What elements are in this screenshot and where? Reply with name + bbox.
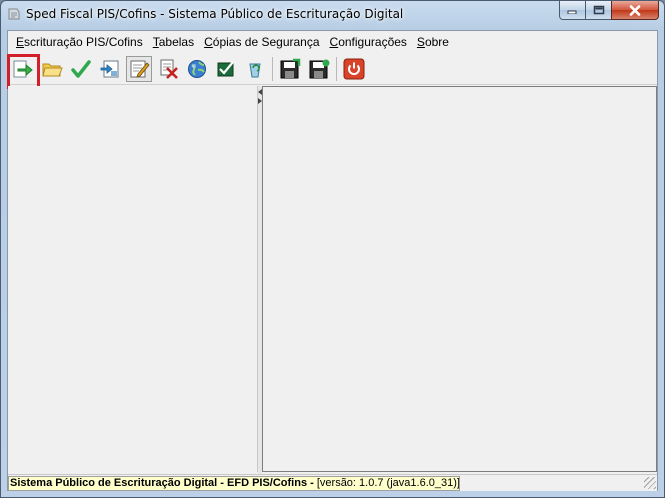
transmit-button[interactable]	[184, 56, 210, 82]
navigation-tree-panel[interactable]	[8, 86, 258, 472]
resize-grip[interactable]	[644, 477, 656, 489]
recycle-button[interactable]	[242, 56, 268, 82]
power-exit-icon	[343, 58, 365, 79]
status-bar: Sistema Público de Escrituração Digital …	[8, 474, 657, 491]
toolbar	[7, 53, 657, 89]
title-bar[interactable]: Sped Fiscal PIS/Cofins - Sistema Público…	[1, 1, 664, 29]
application-window: Sped Fiscal PIS/Cofins - Sistema Público…	[0, 0, 665, 498]
status-text: Sistema Público de Escrituração Digital …	[8, 475, 460, 491]
menu-escrituracao-label: scrituração PIS/Cofins	[24, 35, 143, 49]
menu-escrituracao[interactable]: Escrituração PIS/Cofins	[11, 35, 148, 49]
highlight-box	[7, 54, 40, 89]
export-icon	[100, 60, 119, 77]
menu-sobre[interactable]: Sobre	[412, 35, 454, 49]
menu-configuracoes-mnemonic: C	[329, 35, 339, 49]
minimize-button[interactable]	[559, 1, 586, 20]
close-icon	[629, 4, 641, 16]
edit-button[interactable]	[126, 55, 152, 82]
menu-configuracoes-label: onfigurações	[338, 35, 407, 49]
maximize-button[interactable]	[585, 1, 612, 20]
menu-bar: Escrituração PIS/Cofins Tabelas Cópias d…	[8, 31, 657, 53]
toolbar-separator	[272, 56, 273, 81]
close-button[interactable]	[611, 1, 659, 20]
validate-button[interactable]	[68, 56, 94, 82]
menu-tabelas[interactable]: Tabelas	[148, 35, 199, 49]
minimize-icon	[567, 10, 577, 14]
check-receipt-icon	[217, 60, 234, 76]
menu-copias-label: ópias de Segurança	[212, 35, 320, 49]
restore-button[interactable]	[306, 56, 332, 82]
status-version: [versão: 1.0.7 (java1.6.0_31)]	[313, 476, 460, 489]
menu-copias-seguranca[interactable]: Cópias de Segurança	[199, 35, 324, 49]
check-receipt-button[interactable]	[213, 56, 239, 82]
status-app-title: Sistema Público de Escrituração Digital …	[10, 476, 314, 489]
transmit-globe-icon	[188, 59, 206, 78]
menu-tabelas-label: abelas	[158, 35, 195, 49]
maximize-icon	[593, 5, 604, 15]
menu-escrituracao-mnemonic: E	[16, 35, 25, 49]
edit-signature-icon	[130, 60, 150, 78]
window-title: Sped Fiscal PIS/Cofins - Sistema Público…	[26, 7, 404, 21]
toolbar-separator	[336, 56, 337, 81]
menu-sobre-mnemonic: S	[416, 35, 425, 49]
validate-check-icon	[71, 59, 91, 78]
restore-save-icon	[309, 59, 330, 78]
menu-copias-mnemonic: C	[204, 35, 213, 49]
backup-save-icon	[280, 58, 301, 78]
remove-document-icon	[160, 59, 178, 79]
menu-sobre-label: obre	[424, 35, 449, 49]
export-button[interactable]	[97, 56, 123, 82]
open-button[interactable]	[39, 56, 65, 82]
client-area: Escrituração PIS/Cofins Tabelas Cópias d…	[7, 30, 658, 491]
remove-button[interactable]	[155, 56, 181, 82]
content-panel	[262, 86, 657, 472]
backup-button[interactable]	[277, 56, 303, 82]
open-folder-icon	[42, 63, 63, 76]
app-icon	[8, 8, 20, 20]
recycle-icon	[249, 63, 261, 77]
exit-button[interactable]	[341, 56, 367, 82]
menu-configuracoes[interactable]: Configurações	[325, 35, 412, 49]
